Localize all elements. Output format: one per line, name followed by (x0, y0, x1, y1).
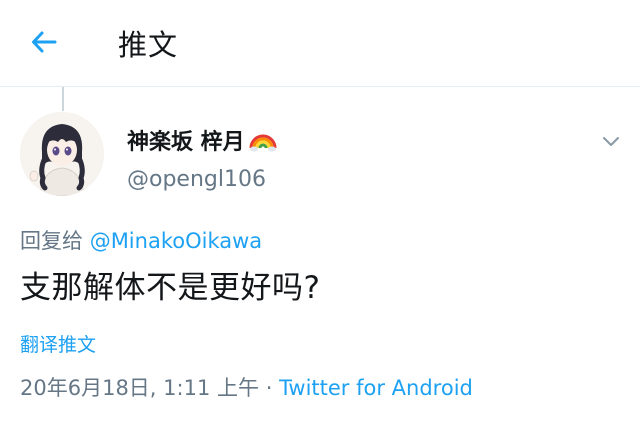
more-options-button[interactable] (598, 129, 624, 153)
thread-connector-line (62, 87, 64, 111)
avatar[interactable] (20, 112, 104, 196)
reply-mention-link[interactable]: @MinakoOikawa (90, 229, 262, 253)
rainbow-icon (249, 128, 277, 152)
tweet-body-text: 支那解体不是更好吗? (20, 270, 321, 306)
tweet-source-link[interactable]: Twitter for Android (279, 376, 473, 400)
reply-prefix: 回复给 (20, 229, 83, 253)
tweet-metadata: 20年6月18日, 1:11 上午 · Twitter for Android (20, 372, 473, 402)
top-app-bar: 推文 (0, 0, 640, 87)
author-name-text: 神楽坂 梓月 (127, 130, 245, 155)
page-title: 推文 (118, 28, 179, 62)
meta-separator: · (265, 376, 273, 400)
back-button[interactable] (22, 24, 66, 60)
tweet-timestamp: 20年6月18日, 1:11 上午 (20, 376, 259, 400)
arrow-left-icon (32, 31, 57, 53)
translate-tweet-link[interactable]: 翻译推文 (20, 330, 96, 357)
reply-context: 回复给 @MinakoOikawa (20, 225, 262, 255)
anime-girl-avatar-image (20, 112, 104, 196)
author-display-name[interactable]: 神楽坂 梓月 (127, 124, 277, 156)
author-handle[interactable]: @opengl106 (127, 167, 266, 192)
chevron-down-icon (603, 137, 619, 146)
